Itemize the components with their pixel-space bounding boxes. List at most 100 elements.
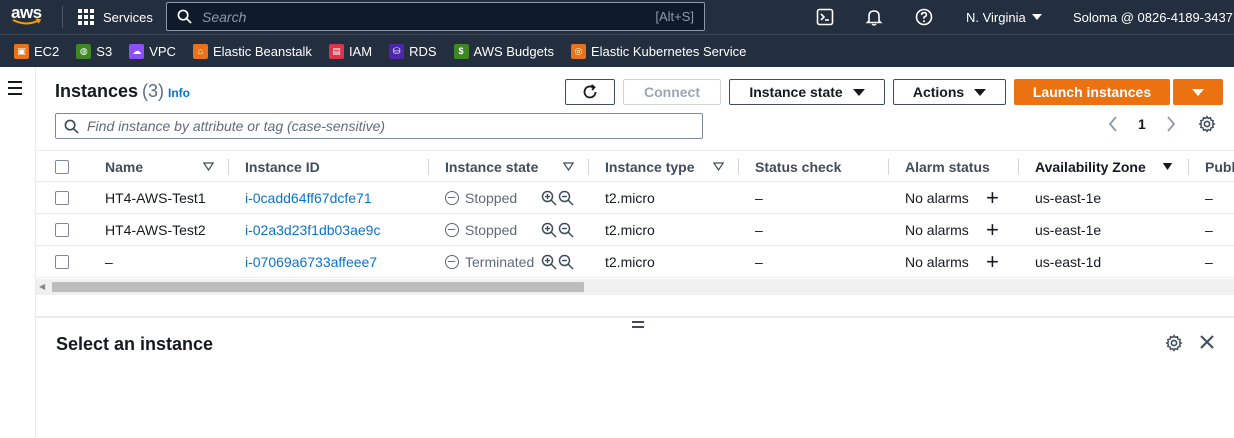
favorite-aws-budgets[interactable]: $ AWS Budgets [453,43,554,59]
connect-button[interactable]: Connect [623,79,721,105]
zoom-in-icon[interactable] [541,190,557,206]
sort-caret-icon[interactable] [563,162,574,171]
instance-state-dropdown[interactable]: Instance state [729,79,885,105]
services-menu-button[interactable]: Services [78,0,153,34]
favorite-rds[interactable]: ⛁ RDS [389,43,437,59]
row-checkbox[interactable] [55,254,69,269]
account-menu[interactable]: Soloma @ 0826-4189-3437 [1073,0,1234,34]
favorite-label: EC2 [34,43,60,59]
eks-service-icon: ◎ [570,43,586,59]
column-divider[interactable] [428,159,429,175]
column-header-instance-type[interactable]: Instance type [605,151,694,182]
close-icon[interactable] [1199,334,1215,350]
column-divider[interactable] [738,159,739,175]
select-all-checkbox[interactable] [55,159,69,174]
column-header-availability-zone[interactable]: Availability Zone [1035,151,1146,182]
favorite-label: S3 [96,43,113,59]
global-search-input[interactable] [202,8,656,25]
ec2-service-icon: ▣ [14,43,29,59]
split-panel-resize-handle-icon[interactable] [632,321,644,329]
global-search[interactable]: [Alt+S] [166,2,705,31]
launch-instances-button[interactable]: Launch instances [1014,79,1170,105]
instance-name: – [105,253,113,270]
column-header-public[interactable]: Publi [1205,151,1234,182]
zoom-in-icon[interactable] [541,222,557,238]
column-header-status-check[interactable]: Status check [755,151,841,182]
zoom-out-icon[interactable] [558,222,574,238]
availability-zone: us-east-1e [1035,189,1102,206]
chevron-left-icon[interactable] [1108,116,1118,132]
column-label: Status check [755,158,842,175]
favorite-elastic-beanstalk[interactable]: ⌂ Elastic Beanstalk [192,43,312,59]
sort-caret-icon[interactable] [713,162,724,171]
chevron-right-icon[interactable] [1166,116,1176,132]
current-page[interactable]: 1 [1138,116,1146,132]
aws-smile-icon [12,18,42,25]
alarm-status: No alarms [905,253,969,270]
instance-filter[interactable] [55,113,703,139]
instance-state-cell: Terminated [445,246,534,277]
launch-options-dropdown[interactable] [1173,79,1223,105]
favorite-ec2[interactable]: ▣ EC2 [14,43,60,59]
instance-id-link[interactable]: i-02a3d23f1db03ae9c [245,214,380,245]
table-row[interactable]: HT4-AWS-Test1 i-0cadd64ff67dcfe71 Stoppe… [36,182,1234,214]
sort-caret-icon[interactable] [203,162,214,171]
row-select-cell [55,214,69,245]
notifications-bell-icon[interactable] [864,7,884,27]
favorite-label: Elastic Kubernetes Service [590,43,747,59]
cloudshell-icon[interactable] [815,7,835,27]
column-divider[interactable] [228,159,229,175]
add-alarm-plus-icon[interactable]: + [986,214,999,245]
sort-caret-filled-icon[interactable] [1162,162,1173,171]
pagination: 1 [1108,115,1216,133]
table-row[interactable]: HT4-AWS-Test2 i-02a3d23f1db03ae9c Stoppe… [36,214,1234,246]
info-link[interactable]: Info [168,86,190,100]
favorite-vpc[interactable]: ☁ VPC [129,43,176,59]
region-selector[interactable]: N. Virginia [966,0,1042,34]
search-icon [177,9,192,24]
horizontal-scrollbar[interactable]: ◀ [36,279,1234,295]
instance-id-link[interactable]: i-0cadd64ff67dcfe71 [245,182,372,213]
column-divider[interactable] [1018,159,1019,175]
scroll-left-arrow-icon[interactable]: ◀ [39,282,45,291]
favorite-s3[interactable]: ◍ S3 [76,43,113,59]
favorite-iam[interactable]: ▤ IAM [328,43,372,59]
table-row[interactable]: – i-07069a6733affeee7 Terminated t2.micr… [36,246,1234,278]
row-checkbox[interactable] [55,190,69,205]
scrollbar-thumb[interactable] [52,282,584,292]
terminated-state-icon [445,254,459,269]
zoom-in-icon[interactable] [541,254,557,270]
add-alarm-plus-icon[interactable]: + [986,182,999,213]
column-header-instance-id[interactable]: Instance ID [245,151,320,182]
instance-id-link[interactable]: i-07069a6733affeee7 [245,246,377,277]
aws-logo[interactable]: aws [11,3,47,31]
actions-dropdown[interactable]: Actions [893,79,1006,105]
instance-filter-input[interactable] [87,118,694,134]
column-header-instance-state[interactable]: Instance state [445,151,538,182]
column-divider[interactable] [1188,159,1189,175]
menu-hamburger-icon[interactable] [8,81,24,95]
add-alarm-plus-icon[interactable]: + [986,246,999,277]
column-header-name[interactable]: Name [105,151,143,182]
split-panel-settings-gear-icon[interactable] [1165,334,1183,352]
top-navigation: aws Services [Alt+S] [0,0,1234,34]
table-settings-gear-icon[interactable] [1198,115,1216,133]
column-header-alarm-status[interactable]: Alarm status [905,151,990,182]
column-divider[interactable] [588,159,589,175]
actions-label: Actions [912,84,965,100]
caret-down-icon [852,88,865,96]
stopped-state-icon [445,222,459,237]
zoom-out-icon[interactable] [558,190,574,206]
favorite-eks[interactable]: ◎ Elastic Kubernetes Service [570,43,747,59]
public-ip: – [1205,221,1213,238]
column-label: Availability Zone [1035,158,1146,175]
column-divider[interactable] [888,159,889,175]
row-checkbox[interactable] [55,222,69,237]
status-check: – [755,221,763,238]
refresh-button[interactable] [565,79,615,105]
help-icon[interactable] [914,7,934,27]
zoom-controls [541,182,574,213]
zoom-out-icon[interactable] [558,254,574,270]
stopped-state-icon [445,190,459,205]
public-ip: – [1205,189,1213,206]
